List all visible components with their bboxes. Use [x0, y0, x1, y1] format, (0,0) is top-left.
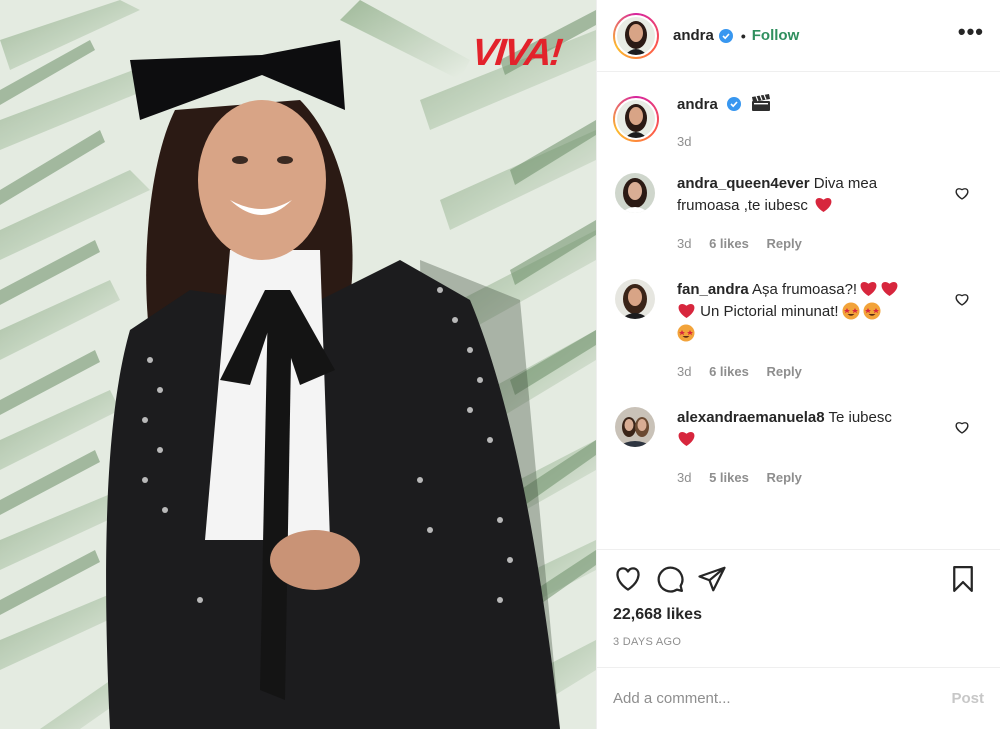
comment-likes[interactable]: 6 likes [709, 236, 749, 251]
reply-button[interactable]: Reply [766, 364, 801, 379]
caption-username[interactable]: andra [677, 96, 718, 113]
avatar-image-icon [617, 16, 655, 55]
avatar-image-icon [615, 173, 655, 213]
star-struck-emoji-icon [677, 324, 695, 342]
commenter-avatar[interactable] [615, 407, 655, 447]
avatar-image-icon [615, 279, 655, 319]
verified-badge-icon [726, 97, 741, 111]
comment-username[interactable]: alexandraemanuela8 [677, 409, 825, 426]
caption: andra 3d [613, 90, 984, 149]
like-comment-heart-icon[interactable] [954, 419, 970, 435]
comment-likes[interactable]: 6 likes [709, 364, 749, 379]
likes-count[interactable]: 22,668 likes [613, 606, 984, 624]
caption-time: 3d [677, 134, 692, 149]
star-struck-emoji-icon [842, 302, 860, 320]
like-heart-icon[interactable] [613, 564, 643, 594]
star-struck-emoji-icon [863, 302, 881, 320]
post-comment-button[interactable]: Post [951, 690, 984, 707]
author-avatar[interactable] [613, 12, 659, 59]
photo-illustration [0, 0, 596, 729]
comment-text: Te iubesc [828, 409, 892, 426]
post-actions: 22,668 likes 3 DAYS AGO [597, 549, 1000, 667]
avatar-image-icon [617, 100, 655, 138]
comment-item: fan_andra Așa frumoasa?! Un Pictorial mi… [613, 279, 984, 383]
header-separator: • [740, 27, 746, 44]
post-header: andra • Follow ••• [597, 0, 1000, 72]
verified-badge-icon [718, 28, 733, 43]
red-heart-emoji-icon [678, 432, 695, 447]
commenter-avatar[interactable] [615, 279, 655, 319]
reply-button[interactable]: Reply [766, 470, 801, 485]
comments-section: andra 3d andra_queen4ever Diva mea frumo… [597, 72, 1000, 549]
post-timestamp: 3 DAYS AGO [613, 636, 682, 648]
like-comment-heart-icon[interactable] [954, 185, 970, 201]
comment-bubble-icon[interactable] [655, 564, 685, 594]
comment-time: 3d [677, 236, 692, 251]
follow-button[interactable]: Follow [752, 27, 800, 44]
comment-username[interactable]: fan_andra [677, 281, 749, 298]
magazine-logo: VIVA! [469, 32, 563, 74]
add-comment-bar: Post [597, 667, 1000, 729]
comment-text-line2: Un Pictorial minunat! [700, 303, 839, 320]
commenter-avatar[interactable] [615, 173, 655, 213]
comment-item: andra_queen4ever Diva mea frumoasa ,te i… [613, 173, 984, 255]
share-paper-plane-icon[interactable] [697, 564, 727, 594]
post-photo[interactable]: VIVA! [0, 0, 596, 729]
avatar-image-icon [615, 407, 655, 447]
caption-avatar[interactable] [613, 96, 659, 142]
instagram-post: VIVA! andra • Follow ••• andra 3d andra_… [0, 0, 1000, 729]
comment-username[interactable]: andra_queen4ever [677, 175, 810, 192]
comment-time: 3d [677, 470, 692, 485]
comment-text: Așa frumoasa?! [752, 281, 858, 298]
red-heart-emoji-icon [678, 304, 695, 319]
like-comment-heart-icon[interactable] [954, 291, 970, 307]
red-heart-emoji-icon [815, 198, 832, 213]
post-sidebar: andra • Follow ••• andra 3d andra_queen4… [596, 0, 1000, 729]
save-bookmark-icon[interactable] [948, 564, 978, 594]
clapper-board-icon [751, 94, 770, 111]
reply-button[interactable]: Reply [766, 236, 801, 251]
comment-time: 3d [677, 364, 692, 379]
comment-likes[interactable]: 5 likes [709, 470, 749, 485]
add-comment-input[interactable] [613, 690, 952, 707]
more-options-icon[interactable]: ••• [958, 20, 984, 45]
red-heart-emoji-icon [860, 282, 877, 297]
comment-item: alexandraemanuela8 Te iubesc 3d 5 likes … [613, 407, 984, 489]
author-username[interactable]: andra [673, 27, 714, 44]
red-heart-emoji-icon [881, 282, 898, 297]
